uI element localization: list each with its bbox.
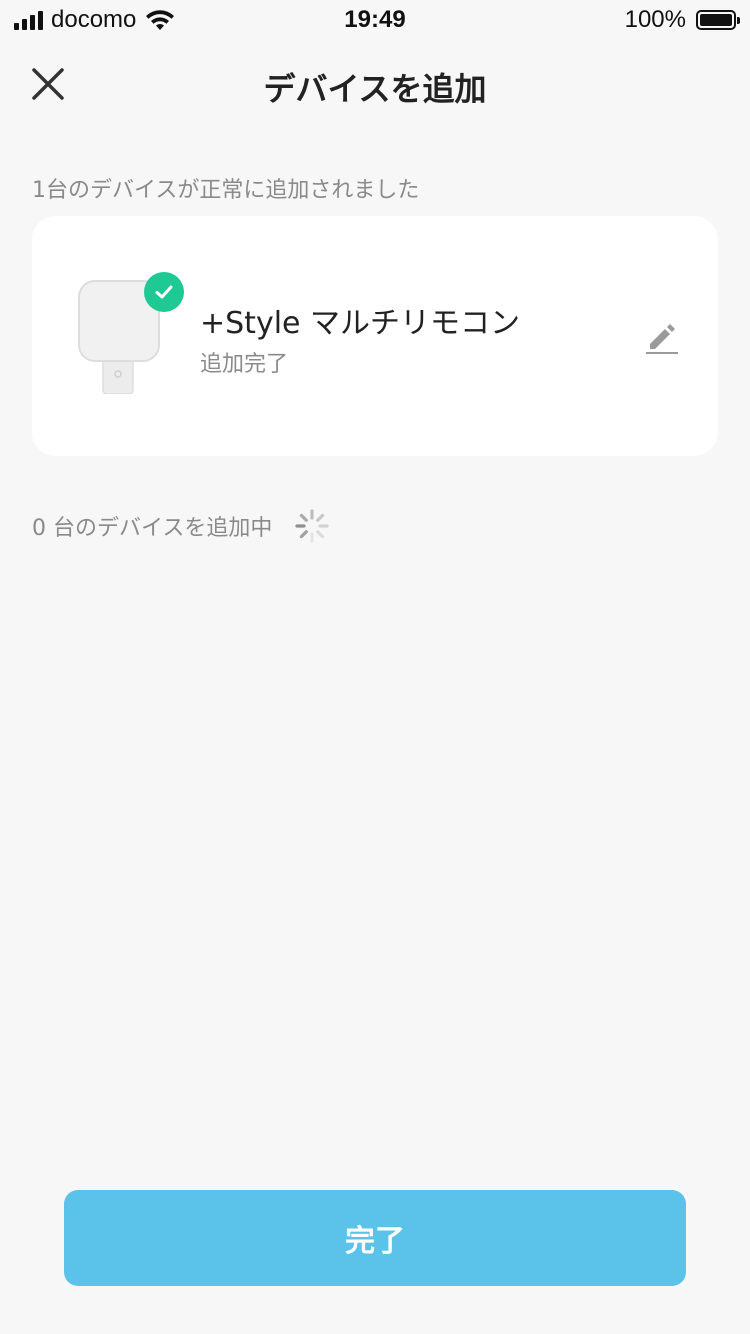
pencil-icon (646, 324, 678, 354)
edit-name-button[interactable] (642, 316, 682, 356)
device-status: 追加完了 (200, 352, 289, 377)
battery-percentage: 100% (624, 6, 686, 33)
device-name: +Style マルチリモコン (200, 306, 521, 341)
spinner-icon (295, 509, 329, 543)
check-icon (155, 285, 173, 299)
battery-icon (696, 10, 740, 30)
status-bar-right: 100% (624, 6, 740, 34)
status-bar: docomo 19:49 100% (0, 0, 750, 40)
done-button[interactable]: 完了 (64, 1190, 686, 1286)
page-title: デバイスを追加 (263, 70, 487, 108)
adding-status-row: 0 台のデバイスを追加中 (32, 508, 330, 544)
adding-count-label: 0 台のデバイスを追加中 (32, 516, 273, 541)
success-badge (144, 272, 184, 312)
device-card: +Style マルチリモコン 追加完了 (32, 216, 718, 456)
navigation-bar: デバイスを追加 (0, 50, 750, 120)
success-count-label: 1台のデバイスが正常に追加されました (32, 178, 420, 203)
